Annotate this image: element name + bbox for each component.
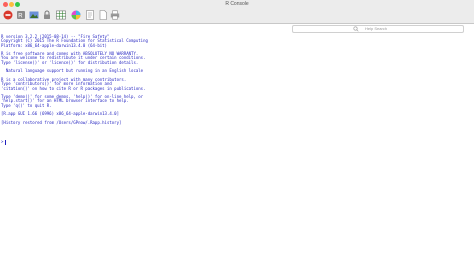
rscript-icon[interactable]: R <box>16 10 26 20</box>
stop-icon[interactable] <box>3 10 13 20</box>
help-search-field[interactable]: Help Search <box>292 25 464 33</box>
console-output: R version 3.2.2 (2015-08-14) -- "Fire Sa… <box>1 34 467 125</box>
vertical-scrollbar[interactable] <box>468 35 472 275</box>
window-title: R Console <box>225 1 249 7</box>
toolbar: R <box>0 8 474 24</box>
console-line: [History restored from /Users/GPnow/.Rap… <box>1 119 122 125</box>
lock-icon[interactable] <box>42 10 52 20</box>
search-icon <box>353 26 359 32</box>
prompt-symbol: > <box>1 139 4 144</box>
console-input[interactable]: > <box>1 139 7 145</box>
text-cursor <box>5 139 7 145</box>
svg-text:R: R <box>18 14 23 20</box>
image-icon[interactable] <box>29 10 39 20</box>
colors-icon[interactable] <box>71 10 81 20</box>
search-placeholder: Help Search <box>365 26 388 31</box>
title-bar: R Console <box>0 0 474 8</box>
new-document-icon[interactable] <box>98 10 108 20</box>
source-icon[interactable] <box>85 10 95 20</box>
grid-icon[interactable] <box>56 10 66 20</box>
print-icon[interactable] <box>110 10 120 20</box>
